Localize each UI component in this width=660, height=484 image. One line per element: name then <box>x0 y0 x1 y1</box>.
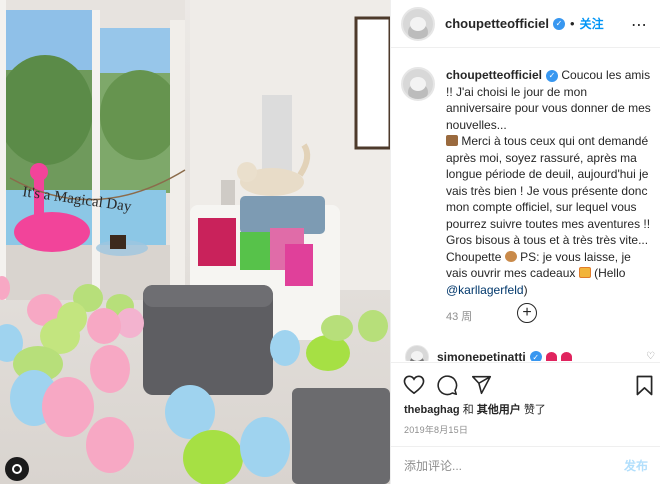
paw-icon <box>504 250 517 262</box>
comment-like-icon[interactable]: ♡ <box>646 351 655 361</box>
likes-others-link[interactable]: 其他用户 <box>477 404 521 416</box>
gift-bag-green <box>240 232 270 270</box>
caption-part2: Merci à tous ceux qui ont demandé après … <box>446 134 651 264</box>
avatar[interactable] <box>401 67 435 101</box>
separator-dot: • <box>570 16 575 31</box>
caption-username[interactable]: choupetteofficiel <box>446 68 542 82</box>
comments-section: choupetteofficiel ✓ Coucou les amis !! J'… <box>391 49 660 361</box>
post-date[interactable]: 2019年8月15日 <box>404 423 468 436</box>
verified-icon: ✓ <box>529 351 542 361</box>
comment-row: simonepetinatti ✓ ♡ <box>405 345 655 361</box>
tree-left <box>0 55 93 165</box>
load-more-comments-button[interactable]: + <box>517 303 537 323</box>
save-icon[interactable] <box>636 375 653 396</box>
verified-icon: ✓ <box>546 69 559 82</box>
package-icon <box>446 135 458 146</box>
post-header: choupetteofficiel ✓ • 关注 ⋯ <box>391 0 660 48</box>
caption-time[interactable]: 43 周 <box>446 308 653 324</box>
wall-frame <box>354 16 390 150</box>
likes-summary: thebaghag 和 其他用户 赞了 <box>404 401 546 417</box>
caption-text: choupetteofficiel ✓ Coucou les amis !! J'… <box>446 67 653 298</box>
comment-input[interactable] <box>404 458 624 473</box>
instagram-icon[interactable] <box>5 457 29 481</box>
verified-icon: ✓ <box>553 17 566 30</box>
likes-user[interactable]: thebaghag <box>404 404 460 416</box>
window-mullion <box>92 10 100 300</box>
gift-bag-red <box>198 218 236 266</box>
heart-emoji-icon <box>560 352 572 361</box>
avatar[interactable] <box>405 345 429 361</box>
follow-button[interactable]: 关注 <box>580 15 604 32</box>
comment-icon[interactable] <box>437 375 458 396</box>
like-icon[interactable] <box>403 375 425 395</box>
heart-emoji-icon <box>545 352 557 361</box>
sky-right <box>100 28 170 73</box>
caption-part4: (Hello <box>594 266 626 280</box>
header-username[interactable]: choupetteofficiel <box>445 16 549 31</box>
sofa <box>292 388 390 484</box>
share-icon[interactable] <box>471 375 492 395</box>
tree-right <box>100 70 180 160</box>
comment-composer: 发布 <box>391 446 660 484</box>
post-comment-button[interactable]: 发布 <box>624 457 648 474</box>
avatar[interactable] <box>401 6 435 41</box>
comment-username[interactable]: simonepetinatti <box>437 350 526 361</box>
likes-suffix: 赞了 <box>523 404 546 416</box>
action-bar <box>391 362 660 406</box>
post-photo[interactable]: It's a Magical Day <box>0 0 390 484</box>
caption-comment: choupetteofficiel ✓ Coucou les amis !! J'… <box>401 67 653 324</box>
gift-icon <box>578 267 591 278</box>
mention-link[interactable]: @karllagerfeld <box>446 283 524 297</box>
likes-joiner: 和 <box>462 404 474 416</box>
more-options-icon[interactable]: ⋯ <box>631 15 648 35</box>
photo-scene: It's a Magical Day <box>0 0 390 484</box>
post-sidebar: choupetteofficiel ✓ • 关注 ⋯ choupetteoffi… <box>390 0 660 484</box>
flamingo-float <box>14 212 90 252</box>
caption-part5: ) <box>523 282 528 297</box>
